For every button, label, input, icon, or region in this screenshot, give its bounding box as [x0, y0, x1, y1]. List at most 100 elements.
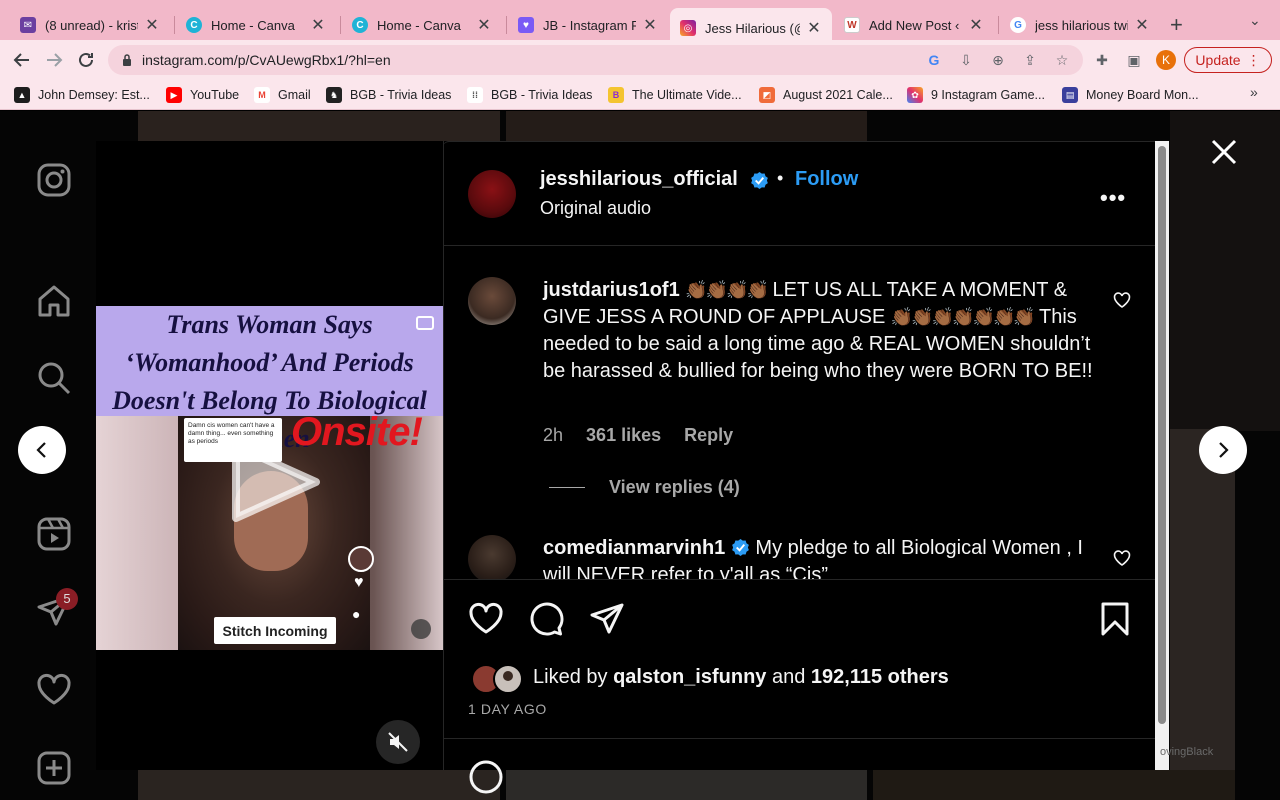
side-panel-icon[interactable]: ▣ [1125, 52, 1143, 70]
bookmark-icon: ♞ [326, 87, 342, 103]
more-options-icon[interactable]: ••• [1100, 185, 1126, 211]
share-icon[interactable]: ⇪ [1021, 52, 1039, 70]
comment-time: 2h [543, 425, 564, 445]
comment-username[interactable]: comedianmarvinh1 [543, 537, 725, 559]
google-icon: G [1010, 17, 1026, 33]
bookmark-bgb-trivia-1[interactable]: ♞ BGB - Trivia Ideas [326, 86, 451, 104]
chevron-right-icon [1219, 442, 1229, 458]
install-app-icon[interactable]: ⇩ [957, 52, 975, 70]
back-button[interactable] [10, 48, 34, 72]
tab-search-chevron-icon[interactable]: ⌄ [1249, 12, 1261, 29]
close-tab-icon[interactable]: ✕ [642, 15, 658, 35]
update-button[interactable]: Update ⋮ [1184, 47, 1272, 73]
tab-title: Add New Post ‹ th [869, 17, 962, 33]
bookmark-icon: B [608, 87, 624, 103]
more-vert-icon: ⋮ [1246, 51, 1261, 68]
close-tab-icon[interactable]: ✕ [476, 15, 492, 35]
tab-mail[interactable]: ✉ (8 unread) - kriste ✕ [10, 8, 170, 42]
like-heart-icon[interactable] [468, 601, 504, 637]
forward-arrow-icon [47, 53, 63, 67]
more-bookmarks-icon[interactable]: » [1250, 84, 1258, 100]
share-paper-plane-icon[interactable] [589, 601, 625, 637]
comment-like-heart-icon[interactable] [1113, 549, 1131, 567]
bookmark-label: Gmail [278, 88, 311, 102]
bookmark-ultimate-video[interactable]: B The Ultimate Vide... [608, 86, 742, 104]
audio-link[interactable]: Original audio [540, 198, 651, 219]
background-post-thumbnail [873, 770, 1235, 800]
comment-bubble-icon[interactable] [528, 601, 564, 637]
panel-scrollbar-thumb[interactable] [1158, 146, 1166, 724]
profile-avatar[interactable]: K [1156, 50, 1176, 70]
home-icon[interactable] [36, 283, 72, 319]
liker-avatars [471, 664, 523, 694]
notifications-heart-icon[interactable] [36, 672, 72, 708]
instagram-logo-icon[interactable] [36, 162, 72, 198]
view-replies-button[interactable]: View replies (4) [609, 477, 740, 498]
tab-google-search[interactable]: G jess hilarious twitt ✕ [1000, 8, 1160, 42]
comment-username[interactable]: justdarius1of1 [543, 279, 680, 301]
canva-icon: C [186, 17, 202, 33]
liked-by-prefix: Liked by [533, 666, 608, 688]
reply-button[interactable]: Reply [684, 425, 733, 445]
liked-by-text: Liked by qalston_isfunny and 192,115 oth… [533, 666, 949, 689]
bookmark-gmail[interactable]: M Gmail [254, 86, 311, 104]
tab-canva-1[interactable]: C Home - Canva ✕ [176, 8, 336, 42]
likes-count[interactable]: 192,115 others [811, 666, 949, 688]
author-avatar[interactable] [468, 170, 516, 218]
bookmark-john-demsey[interactable]: ▲ John Demsey: Est... [14, 86, 150, 104]
close-tab-icon[interactable]: ✕ [968, 15, 984, 35]
heart-planner-icon: ♥ [518, 17, 534, 33]
author-username[interactable]: jesshilarious_official [540, 168, 738, 191]
close-tab-icon[interactable]: ✕ [806, 18, 822, 38]
zoom-icon[interactable]: ⊕ [989, 52, 1007, 70]
tab-canva-2[interactable]: C Home - Canva ✕ [342, 8, 502, 42]
bookmark-icon: ▤ [1062, 87, 1078, 103]
bookmark-bgb-trivia-2[interactable]: ⁞⁞ BGB - Trivia Ideas [467, 86, 592, 104]
background-post-thumbnail [1170, 429, 1235, 784]
background-post-thumbnail [138, 770, 500, 800]
bookmark-label: BGB - Trivia Ideas [350, 88, 452, 102]
tab-title: Home - Canva [211, 17, 295, 33]
instagram-icon: ◎ [680, 20, 696, 36]
replies-divider [549, 487, 585, 488]
liked-by-user[interactable]: qalston_isfunny [613, 666, 766, 688]
video-headline: Trans Woman Says ‘Womanhood’ And Periods… [96, 306, 443, 453]
tab-add-new-post[interactable]: W Add New Post ‹ th ✕ [834, 8, 994, 42]
reels-icon[interactable] [36, 516, 72, 552]
reload-button[interactable] [74, 48, 98, 72]
comment-likes[interactable]: 361 likes [586, 425, 661, 445]
emoji-icon[interactable] [468, 759, 504, 795]
play-icon[interactable] [228, 440, 322, 524]
bookmark-star-icon[interactable]: ☆ [1053, 52, 1071, 70]
close-tab-icon[interactable]: ✕ [310, 15, 326, 35]
previous-post-button[interactable] [18, 426, 66, 474]
commenter-avatar[interactable] [468, 277, 516, 325]
bookmark-money-board[interactable]: ▤ Money Board Mon... [1062, 86, 1199, 104]
next-post-button[interactable] [1199, 426, 1247, 474]
bookmark-instagram-games[interactable]: ✿ 9 Instagram Game... [907, 86, 1045, 104]
mute-button[interactable] [376, 720, 420, 764]
tab-instagram-planner[interactable]: ♥ JB - Instagram Po ✕ [508, 8, 668, 42]
tiktok-like-icon: ♥ [354, 574, 364, 591]
extensions-puzzle-icon[interactable]: ✚ [1093, 52, 1111, 70]
post-date[interactable]: 1 DAY AGO [468, 701, 547, 717]
comment-like-heart-icon[interactable] [1113, 291, 1131, 309]
search-icon[interactable] [36, 360, 72, 396]
update-label: Update [1195, 52, 1241, 68]
video-volume-icon[interactable] [411, 619, 431, 639]
close-icon[interactable] [1208, 136, 1240, 168]
add-comment-bar[interactable] [443, 738, 1155, 794]
verified-badge-icon [731, 538, 749, 557]
reel-icon [416, 316, 434, 330]
close-tab-icon[interactable]: ✕ [1134, 15, 1150, 35]
bookmark-youtube[interactable]: ▶ YouTube [166, 86, 239, 104]
google-lens-icon[interactable]: G [925, 52, 943, 70]
follow-button[interactable]: Follow [795, 168, 858, 191]
forward-button[interactable] [42, 48, 66, 72]
bookmark-august-calendar[interactable]: ◩ August 2021 Cale... [759, 86, 893, 104]
close-tab-icon[interactable]: ✕ [144, 15, 160, 35]
save-bookmark-icon[interactable] [1097, 601, 1133, 637]
create-post-icon[interactable] [36, 750, 72, 786]
commenter-avatar[interactable] [468, 535, 516, 579]
new-tab-button[interactable]: + [1170, 12, 1183, 38]
